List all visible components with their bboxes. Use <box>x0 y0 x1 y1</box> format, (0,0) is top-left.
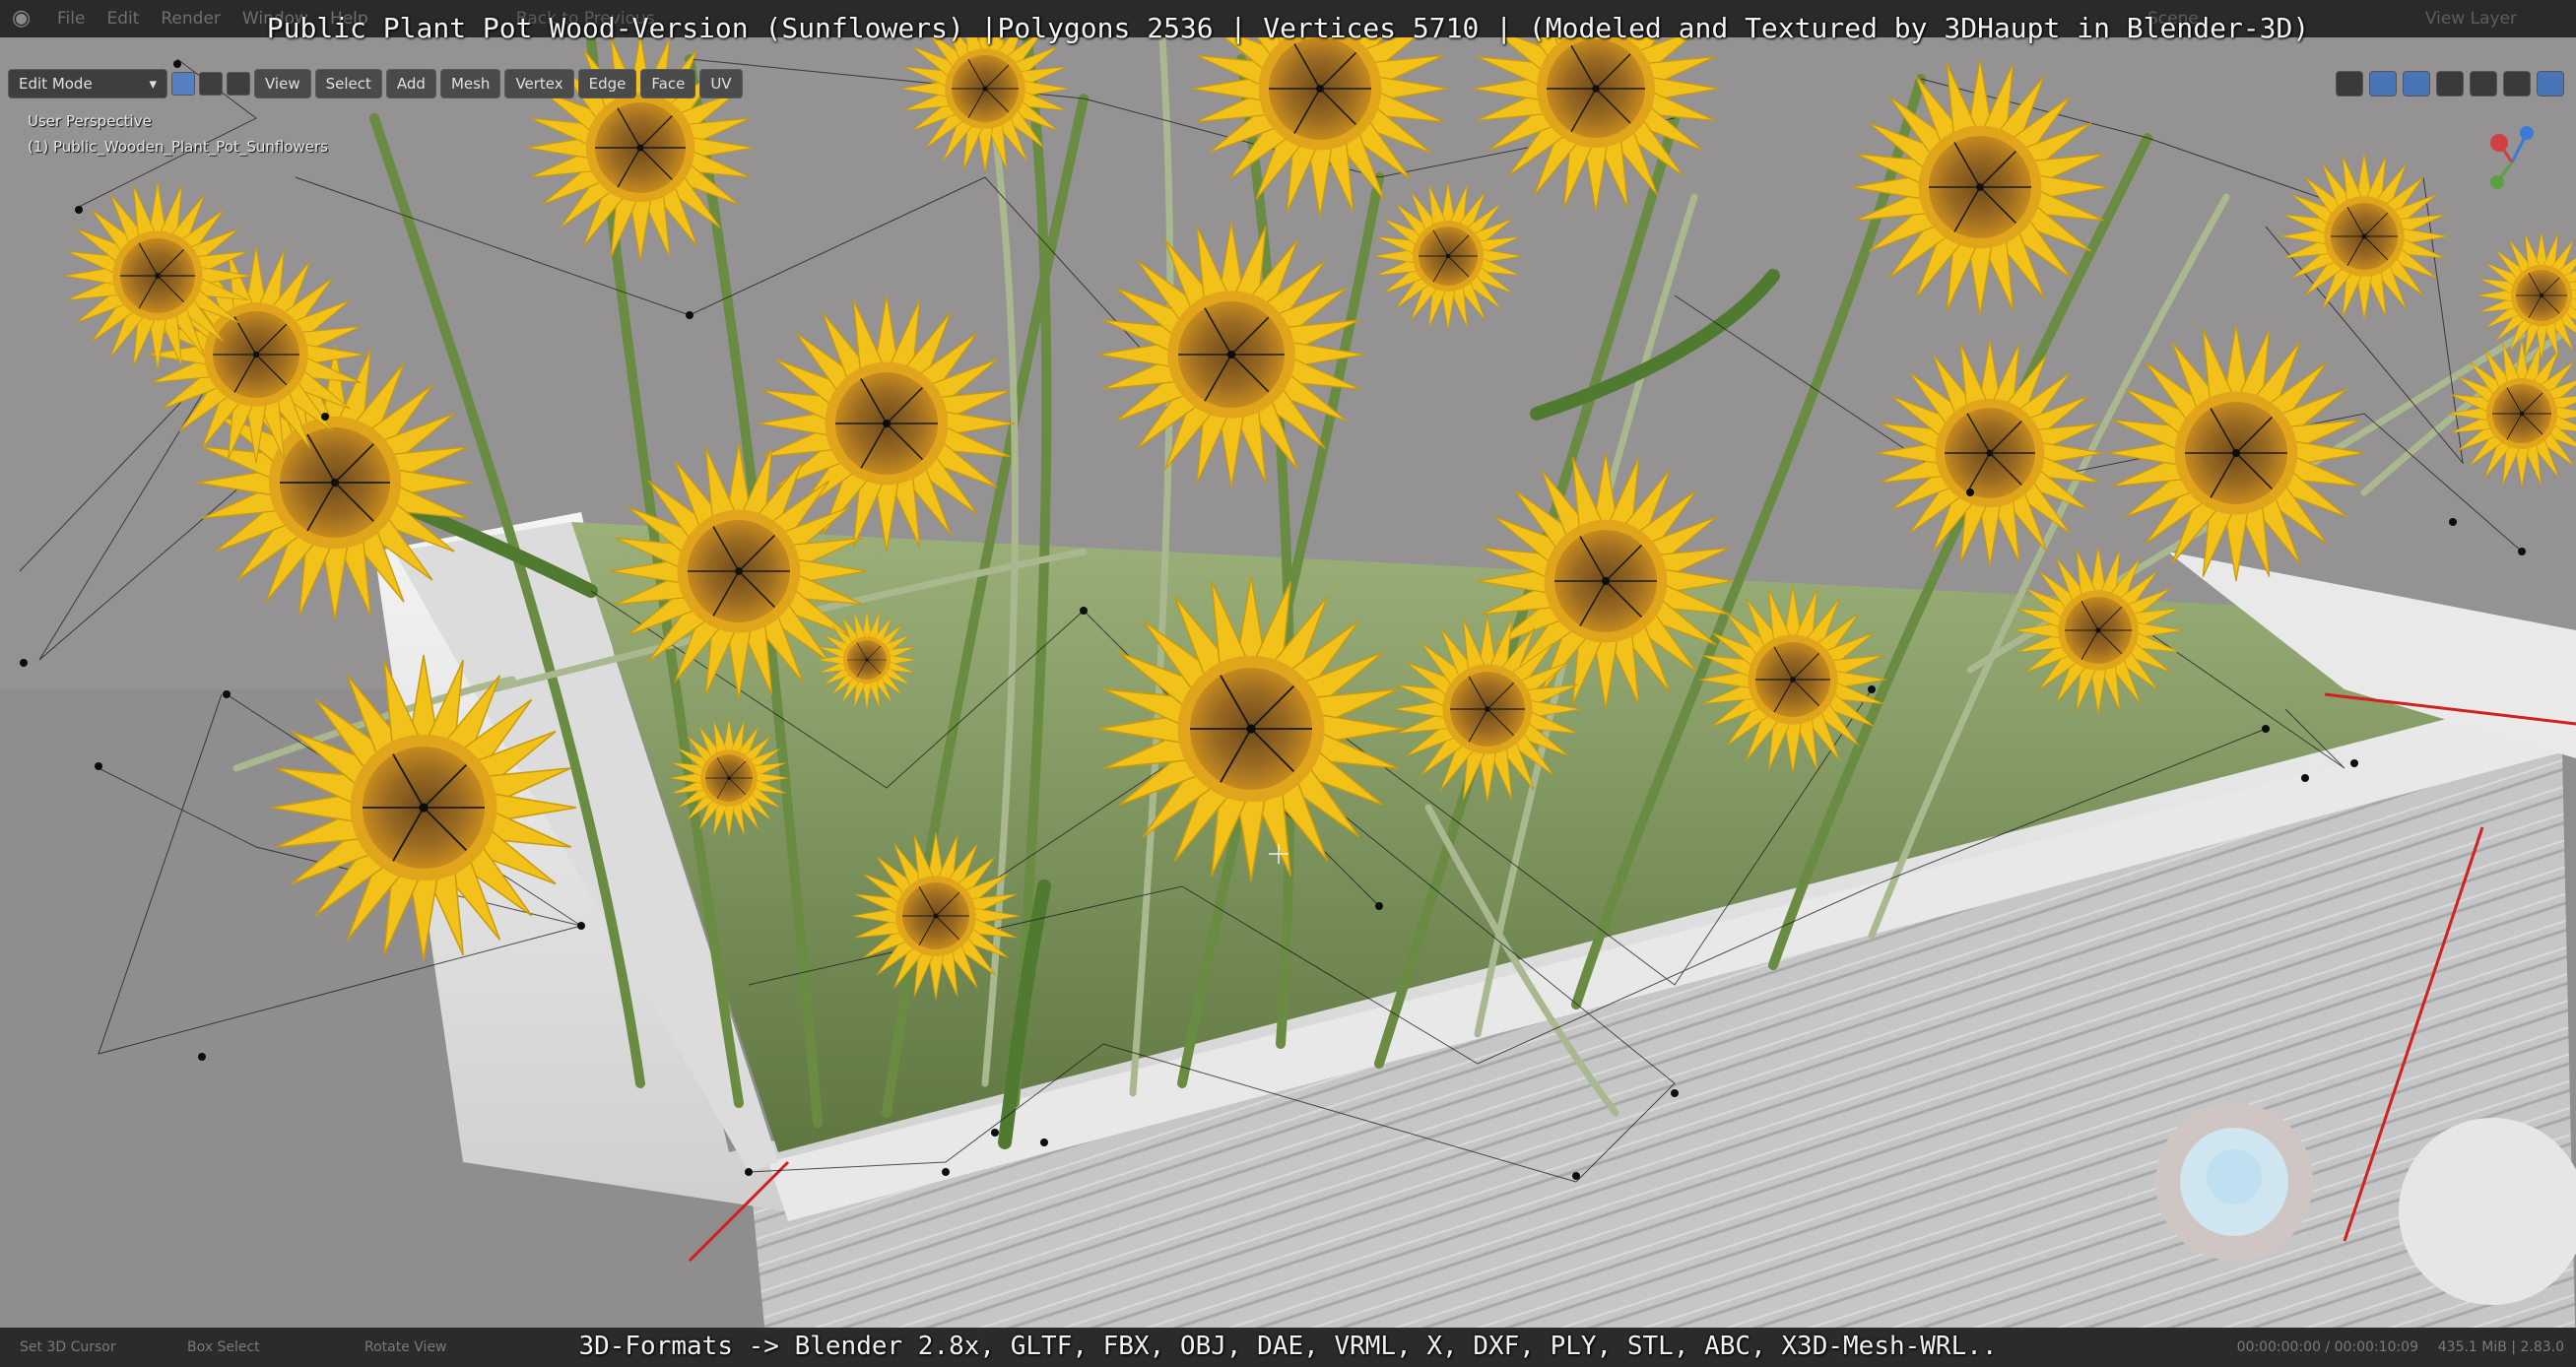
3d-viewport[interactable] <box>0 0 2576 1367</box>
perspective-label: User Perspective <box>28 112 152 130</box>
menu-select[interactable]: Select <box>314 69 382 98</box>
viewport-header: Edit Mode ▾ View Select Add Mesh Vertex … <box>8 69 743 98</box>
menu-add[interactable]: Add <box>385 69 436 98</box>
xray-toggle-icon[interactable] <box>2436 71 2464 97</box>
menu-edge[interactable]: Edge <box>577 69 637 98</box>
vertex-select-icon[interactable] <box>171 72 195 96</box>
edge-select-icon[interactable] <box>199 72 223 96</box>
mode-dropdown[interactable]: Edit Mode ▾ <box>8 69 167 98</box>
material-shading-icon[interactable] <box>2537 71 2564 97</box>
wireframe-shading-icon[interactable] <box>2470 71 2497 97</box>
visibility-icon[interactable] <box>2336 71 2363 97</box>
menu-uv[interactable]: UV <box>699 69 743 98</box>
mode-label: Edit Mode <box>19 75 93 93</box>
face-select-icon[interactable] <box>227 72 250 96</box>
overlay-toggle-icon[interactable] <box>2403 71 2430 97</box>
title-banner: Public Plant Pot Wood-Version (Sunflower… <box>266 12 2310 44</box>
viewport-shading-tools <box>2336 69 2564 98</box>
formats-banner: 3D-Formats -> Blender 2.8x, GLTF, FBX, O… <box>578 1332 1998 1361</box>
chevron-down-icon: ▾ <box>149 75 157 93</box>
object-name-label: (1) Public_Wooden_Plant_Pot_Sunflowers <box>28 138 328 156</box>
solid-shading-icon[interactable] <box>2503 71 2531 97</box>
gizmo-toggle-icon[interactable] <box>2369 71 2397 97</box>
navigation-gizmo[interactable] <box>2477 123 2546 192</box>
menu-mesh[interactable]: Mesh <box>439 69 501 98</box>
viewport-canvas[interactable] <box>0 0 2576 1367</box>
menu-vertex[interactable]: Vertex <box>504 69 574 98</box>
menu-face[interactable]: Face <box>640 69 696 98</box>
menu-view[interactable]: View <box>254 69 311 98</box>
